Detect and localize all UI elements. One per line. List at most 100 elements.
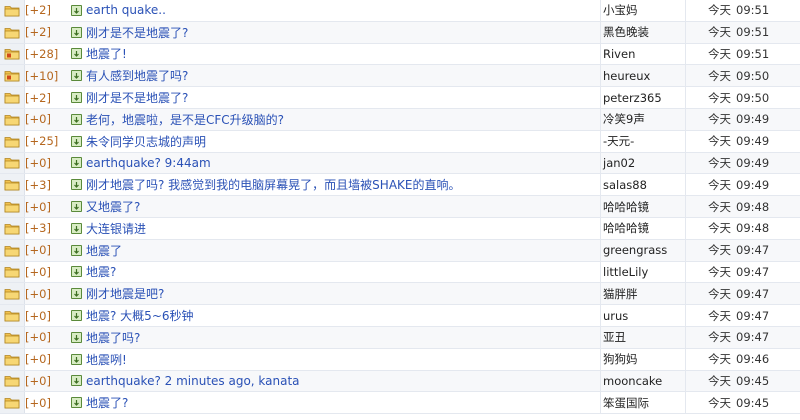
- thread-author[interactable]: 哈哈哈镜: [600, 217, 684, 239]
- thread-author[interactable]: 狗狗妈: [600, 348, 684, 370]
- thread-time: 09:48: [736, 221, 770, 236]
- thread-author[interactable]: salas88: [600, 174, 684, 196]
- thread-time: 09:48: [736, 199, 770, 214]
- post-mark-icon: [71, 397, 82, 409]
- thread-date: 今天 09:47: [685, 239, 800, 261]
- folder-cell[interactable]: [0, 261, 25, 283]
- thread-author[interactable]: heureux: [600, 65, 684, 87]
- thread-author[interactable]: littleLily: [600, 261, 684, 283]
- thread-day: 今天: [708, 330, 731, 345]
- thread-author[interactable]: 冷笑9声: [600, 108, 684, 130]
- subject-cell: [+3] 刚才地震了吗? 我感觉到我的电脑屏幕晃了，而且墙被SHAKE的直响。: [25, 174, 600, 195]
- thread-date: 今天 09:49: [685, 130, 800, 152]
- thread-author[interactable]: 小宝妈: [600, 0, 684, 21]
- thread-time: 09:47: [736, 264, 770, 279]
- subject-cell: [+2] 刚才是不是地震了?: [25, 87, 600, 108]
- thread-day: 今天: [708, 395, 731, 410]
- thread-title-link[interactable]: 地震? 大概5~6秒钟: [86, 307, 194, 324]
- thread-time: 09:49: [736, 177, 770, 192]
- thread-title-link[interactable]: 刚才地震了吗? 我感觉到我的电脑屏幕晃了，而且墙被SHAKE的直响。: [86, 176, 461, 193]
- thread-row: [+0] 地震咧! 狗狗妈 今天 09:46: [0, 348, 800, 371]
- folder-cell[interactable]: [0, 217, 25, 239]
- thread-row: [+25] 朱令同学贝志城的声明 -天元- 今天 09:49: [0, 130, 800, 153]
- thread-title-link[interactable]: 地震了吗?: [86, 329, 140, 346]
- thread-time: 09:50: [736, 68, 770, 83]
- thread-title-link[interactable]: 刚才地震是吧?: [86, 285, 164, 302]
- thread-title-link[interactable]: 刚才是不是地震了?: [86, 24, 188, 41]
- folder-icon: [4, 4, 20, 17]
- thread-title-link[interactable]: 朱令同学贝志城的声明: [86, 133, 206, 150]
- thread-author[interactable]: greengrass: [600, 239, 684, 261]
- folder-cell[interactable]: [0, 130, 25, 152]
- thread-title-link[interactable]: 地震咧!: [86, 351, 127, 368]
- thread-title-link[interactable]: 有人感到地震了吗?: [86, 67, 188, 84]
- folder-cell[interactable]: [0, 196, 25, 217]
- folder-cell[interactable]: [0, 65, 25, 87]
- thread-score: [+0]: [25, 330, 51, 345]
- thread-title-link[interactable]: 刚才是不是地震了?: [86, 89, 188, 106]
- thread-author[interactable]: 黑色晚装: [600, 21, 684, 43]
- folder-cell[interactable]: [0, 0, 25, 21]
- thread-score: [+2]: [25, 90, 51, 105]
- subject-cell: [+0] 地震? 大概5~6秒钟: [25, 305, 600, 326]
- thread-title-link[interactable]: 地震了: [86, 242, 122, 259]
- thread-author[interactable]: urus: [600, 305, 684, 326]
- thread-title-link[interactable]: 地震了!: [86, 45, 127, 62]
- thread-title-link[interactable]: 大连银请进: [86, 220, 146, 237]
- post-mark-icon: [71, 353, 82, 365]
- thread-day: 今天: [708, 3, 731, 18]
- folder-cell[interactable]: [0, 174, 25, 196]
- thread-score: [+0]: [25, 352, 51, 367]
- thread-score: [+0]: [25, 199, 51, 214]
- thread-date: 今天 09:47: [685, 261, 800, 283]
- thread-score: [+25]: [25, 134, 59, 149]
- subject-cell: [+10] 有人感到地震了吗?: [25, 65, 600, 86]
- thread-title-link[interactable]: 又地震了?: [86, 198, 140, 215]
- folder-cell[interactable]: [0, 152, 25, 174]
- folder-cell[interactable]: [0, 392, 25, 414]
- thread-row: [+28] 地震了! Riven 今天 09:51: [0, 43, 800, 66]
- thread-time: 09:47: [736, 286, 770, 301]
- thread-author[interactable]: 哈哈哈镜: [600, 196, 684, 217]
- thread-date: 今天 09:51: [685, 0, 800, 21]
- thread-author[interactable]: 笨蛋国际: [600, 392, 684, 414]
- thread-date: 今天 09:50: [685, 65, 800, 87]
- folder-cell[interactable]: [0, 305, 25, 326]
- thread-author[interactable]: peterz365: [600, 87, 684, 108]
- thread-title-link[interactable]: 老何，地震啦，是不是CFC升级脑的?: [86, 111, 284, 128]
- thread-author[interactable]: mooncake: [600, 370, 684, 392]
- thread-date: 今天 09:48: [685, 217, 800, 239]
- thread-date: 今天 09:45: [685, 392, 800, 414]
- thread-row: [+0] 地震? 大概5~6秒钟 urus 今天 09:47: [0, 305, 800, 327]
- thread-title-link[interactable]: 地震?: [86, 263, 116, 280]
- folder-cell[interactable]: [0, 43, 25, 65]
- thread-day: 今天: [708, 286, 731, 301]
- thread-day: 今天: [708, 90, 731, 105]
- thread-author[interactable]: Riven: [600, 43, 684, 65]
- folder-cell[interactable]: [0, 239, 25, 261]
- thread-row: [+0] 又地震了? 哈哈哈镜 今天 09:48: [0, 196, 800, 218]
- folder-cell[interactable]: [0, 87, 25, 108]
- post-mark-icon: [71, 113, 82, 125]
- thread-title-link[interactable]: earth quake..: [86, 3, 166, 17]
- folder-cell[interactable]: [0, 370, 25, 392]
- thread-title-link[interactable]: earthquake? 2 minutes ago, kanata: [86, 374, 300, 388]
- thread-author[interactable]: -天元-: [600, 130, 684, 152]
- post-mark-icon: [71, 135, 82, 147]
- folder-cell[interactable]: [0, 283, 25, 305]
- thread-author[interactable]: 猫胖胖: [600, 283, 684, 305]
- thread-score: [+0]: [25, 308, 51, 323]
- thread-title-link[interactable]: 地震了?: [86, 394, 128, 411]
- post-mark-icon: [71, 222, 82, 234]
- folder-cell[interactable]: [0, 348, 25, 370]
- thread-author[interactable]: 亚丑: [600, 326, 684, 348]
- thread-row: [+0] earthquake? 2 minutes ago, kanata m…: [0, 370, 800, 393]
- thread-score: [+2]: [25, 25, 51, 40]
- folder-cell[interactable]: [0, 108, 25, 130]
- thread-time: 09:49: [736, 112, 770, 127]
- folder-cell[interactable]: [0, 326, 25, 348]
- thread-title-link[interactable]: earthquake? 9:44am: [86, 156, 211, 170]
- post-mark-icon: [71, 244, 82, 256]
- thread-author[interactable]: jan02: [600, 152, 684, 174]
- folder-cell[interactable]: [0, 21, 25, 43]
